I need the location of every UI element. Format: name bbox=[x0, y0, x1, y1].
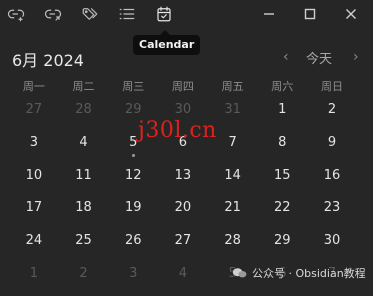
day-cell[interactable]: 19 bbox=[108, 197, 158, 230]
day-cell[interactable]: 1 bbox=[257, 99, 307, 132]
link-out-icon[interactable] bbox=[42, 3, 64, 25]
day-cell[interactable]: 18 bbox=[59, 197, 109, 230]
weekday-label: 周日 bbox=[320, 80, 343, 93]
footer-credit: 公众号 · Obsidian教程 bbox=[232, 265, 366, 281]
weekday-label: 周五 bbox=[221, 80, 244, 93]
day-cell[interactable]: 24 bbox=[9, 230, 59, 263]
day-cell[interactable]: 27 bbox=[9, 99, 59, 132]
day-cell[interactable]: 28 bbox=[59, 99, 109, 132]
weekday-label: 周一 bbox=[22, 80, 45, 93]
day-cell[interactable]: 15 bbox=[257, 165, 307, 198]
day-cell[interactable]: 10 bbox=[9, 165, 59, 198]
tags-icon[interactable] bbox=[79, 3, 101, 25]
calendar-check-icon[interactable] bbox=[153, 3, 175, 25]
watermark: j30l.cn bbox=[138, 118, 217, 143]
note-dot-icon bbox=[131, 153, 135, 157]
day-cell[interactable]: 13 bbox=[158, 165, 208, 198]
day-cell[interactable]: 30 bbox=[307, 230, 357, 263]
day-cell[interactable]: 26 bbox=[108, 230, 158, 263]
weekday-header: 周一 周二 周三 周四 周五 周六 周日 bbox=[9, 78, 357, 94]
day-cell[interactable]: 23 bbox=[307, 197, 357, 230]
link-add-icon[interactable] bbox=[5, 3, 27, 25]
day-cell[interactable]: 16 bbox=[307, 165, 357, 198]
next-month-button[interactable]: › bbox=[353, 49, 359, 65]
day-cell[interactable]: 11 bbox=[59, 165, 109, 198]
day-cell[interactable]: 21 bbox=[208, 197, 258, 230]
day-cell[interactable]: 3 bbox=[9, 132, 59, 165]
day-cell[interactable]: 27 bbox=[158, 230, 208, 263]
weekday-label: 周三 bbox=[122, 80, 145, 93]
list-icon[interactable] bbox=[116, 3, 138, 25]
prev-month-button[interactable]: ‹ bbox=[283, 49, 289, 65]
day-cell[interactable]: 8 bbox=[257, 132, 307, 165]
day-cell[interactable]: 2 bbox=[307, 99, 357, 132]
close-icon[interactable] bbox=[341, 4, 361, 24]
day-cell[interactable]: 12 bbox=[108, 165, 158, 198]
footer-text: 公众号 · Obsidian教程 bbox=[252, 267, 366, 280]
day-cell[interactable]: 25 bbox=[59, 230, 109, 263]
day-cell[interactable]: 22 bbox=[257, 197, 307, 230]
day-cell[interactable]: 14 bbox=[208, 165, 258, 198]
weekday-label: 周六 bbox=[271, 80, 294, 93]
wechat-icon bbox=[232, 268, 247, 278]
weekday-label: 周二 bbox=[72, 80, 95, 93]
toolbar bbox=[0, 0, 373, 28]
day-cell[interactable]: 9 bbox=[307, 132, 357, 165]
weekday-label: 周四 bbox=[171, 80, 194, 93]
day-cell[interactable]: 29 bbox=[257, 230, 307, 263]
day-cell[interactable]: 28 bbox=[208, 230, 258, 263]
month-title: 6月 2024 bbox=[12, 51, 84, 70]
day-cell[interactable]: 17 bbox=[9, 197, 59, 230]
today-button[interactable]: 今天 bbox=[306, 48, 332, 67]
day-cell[interactable]: 4 bbox=[59, 132, 109, 165]
calendar-tooltip: Calendar bbox=[133, 30, 201, 55]
minimize-icon[interactable] bbox=[259, 4, 279, 24]
day-cell[interactable]: 20 bbox=[158, 197, 208, 230]
maximize-icon[interactable] bbox=[300, 4, 320, 24]
